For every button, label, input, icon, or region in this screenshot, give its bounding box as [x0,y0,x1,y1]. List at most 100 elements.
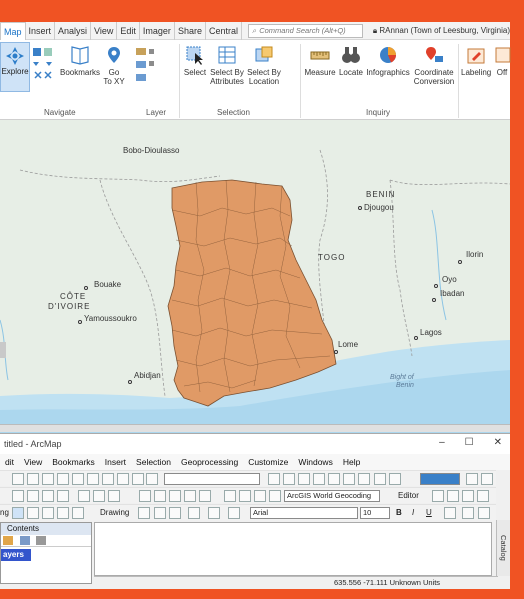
tab-analysis[interactable]: Analysi [55,21,92,40]
layout-extra-2-icon[interactable] [481,473,493,485]
map-horizontal-scrollbar[interactable] [0,424,510,432]
frame-tool-icon[interactable] [72,507,84,519]
rectangle-draw-icon[interactable] [169,507,181,519]
paste-icon[interactable] [87,473,99,485]
menu-bookmarks[interactable]: Bookmarks [47,457,100,467]
layers-node[interactable]: ayers [1,549,31,561]
layout-view[interactable] [94,522,492,576]
menu-customize[interactable]: Customize [243,457,293,467]
menu-view[interactable]: View [19,457,47,467]
catalog-icon[interactable] [298,473,310,485]
font-combo[interactable]: Arial [250,507,358,519]
user-account[interactable]: 🔒︎ RAnnan (Town of Leesburg, Virginia) [373,26,510,36]
map-scroll-handle[interactable] [0,342,6,358]
delete-icon[interactable] [102,473,114,485]
menu-windows[interactable]: Windows [293,457,337,467]
arctoolbox-icon[interactable] [328,473,340,485]
menu-insert[interactable]: Insert [100,457,131,467]
goto-xy-arcmap-icon[interactable] [269,490,281,502]
grid-tool-icon[interactable] [27,507,39,519]
tab-map[interactable]: Map [0,21,26,40]
offline-button[interactable]: Off [493,44,511,77]
text-frame-icon[interactable] [228,507,240,519]
tab-share[interactable]: Share [175,21,206,40]
layout-extra-icon[interactable] [466,473,478,485]
menu-help[interactable]: Help [338,457,365,467]
sketch-icon[interactable] [447,490,459,502]
select-elements-icon[interactable] [138,507,150,519]
rotate-icon[interactable] [154,507,166,519]
measure-tool-icon[interactable] [199,490,211,502]
maximize-button[interactable]: ☐ [465,437,474,448]
layer-tools-icon[interactable] [134,46,174,86]
catalog-tab[interactable]: Catalog [496,520,510,576]
explore-button[interactable]: Explore [0,42,30,92]
tab-edit[interactable]: Edit [117,21,140,40]
cut-icon[interactable] [57,473,69,485]
shape-draw-icon[interactable] [188,507,200,519]
zoom-page-icon[interactable] [389,473,401,485]
layout-tool-icon[interactable] [374,473,386,485]
select-button[interactable]: Select [182,44,208,77]
labeling-button[interactable]: Labeling [461,44,491,77]
open-icon[interactable] [12,473,24,485]
fixed-zoom-in-icon[interactable] [42,490,54,502]
infographics-button[interactable]: Infographics [366,44,410,77]
menu-geoprocessing[interactable]: Geoprocessing [176,457,243,467]
scale-combo[interactable] [164,473,260,485]
minimize-button[interactable]: – [439,437,445,448]
html-popup-icon[interactable] [184,490,196,502]
text-tool-icon[interactable] [208,507,220,519]
tab-central[interactable]: Central [206,21,242,40]
coordinate-conversion-button[interactable]: Coordinate Conversion [412,44,456,86]
menu-selection[interactable]: Selection [131,457,176,467]
identify-icon[interactable] [154,490,166,502]
close-button[interactable]: ✕ [494,437,502,448]
fixed-zoom-out-icon[interactable] [57,490,69,502]
info-icon[interactable] [169,490,181,502]
edit-vertices-icon[interactable] [462,490,474,502]
model-builder-icon[interactable] [358,473,370,485]
menu-edit[interactable]: dit [0,457,19,467]
drawing-menu[interactable]: Drawing [100,507,129,519]
tab-insert[interactable]: Insert [26,21,56,40]
find-icon[interactable] [239,490,251,502]
copy-icon[interactable] [72,473,84,485]
add-data-icon[interactable] [146,473,158,485]
select-by-location-button[interactable]: Select By Location [246,44,282,86]
toc-icon[interactable] [283,473,295,485]
italic-button[interactable]: I [412,507,414,519]
editor-menu[interactable]: Editor [398,490,419,502]
bold-button[interactable]: B [396,507,402,519]
locate-button[interactable]: Locate [338,44,364,77]
font-size-combo[interactable]: 10 [360,507,390,519]
zoom-percent-combo[interactable] [420,473,460,485]
pan-icon[interactable] [12,490,24,502]
reshape-icon[interactable] [477,490,489,502]
list-by-drawing-icon[interactable] [3,536,13,545]
hyperlink-icon[interactable] [224,490,236,502]
forward-icon[interactable] [93,490,105,502]
bookmarks-button[interactable]: Bookmarks [59,44,101,77]
command-search-input[interactable]: ⌕ Command Search (Alt+Q) [247,23,363,38]
geocoder-combo[interactable]: ArcGIS World Geocoding [284,490,380,502]
measure-button[interactable]: Measure [303,44,337,77]
nav-arrows-icon[interactable] [31,46,55,82]
polygon-tool-icon[interactable] [57,507,69,519]
search-window-icon[interactable] [313,473,325,485]
select-by-attributes-button[interactable]: Select By Attributes [209,44,245,86]
map-view[interactable]: Bobo-Dioulasso BENIN Djougou TOGO Ilorin… [0,120,510,442]
undo-icon[interactable] [117,473,129,485]
redo-icon[interactable] [132,473,144,485]
editor-toolbar-icon[interactable] [268,473,280,485]
edit-tool-icon[interactable] [432,490,444,502]
list-by-source-icon[interactable] [19,536,30,545]
font-color-icon[interactable] [444,507,456,519]
goto-xy-button[interactable]: Go To XY [103,44,125,86]
python-icon[interactable] [343,473,355,485]
tab-view[interactable]: View [91,21,118,40]
rectangle-tool-icon[interactable] [42,507,54,519]
select-features-icon[interactable] [108,490,120,502]
line-color-icon[interactable] [478,507,490,519]
back-icon[interactable] [78,490,90,502]
